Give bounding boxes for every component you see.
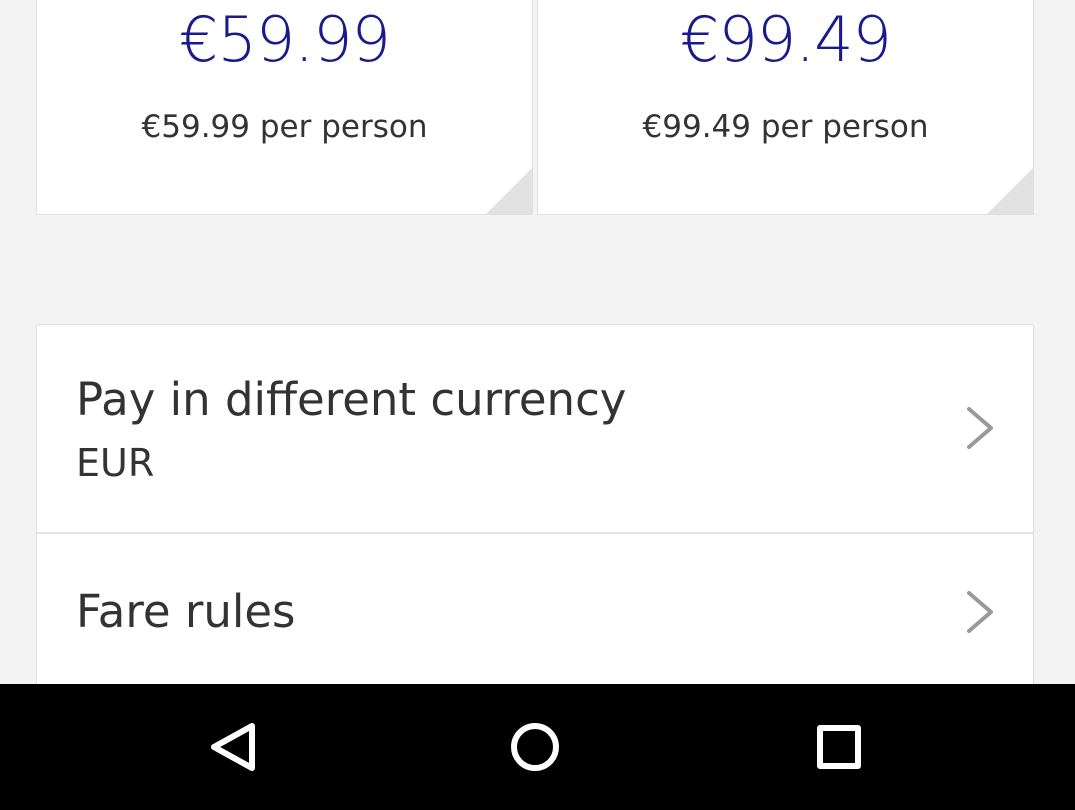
recents-square-icon — [817, 725, 861, 769]
back-button[interactable] — [190, 704, 276, 790]
chevron-right-icon — [963, 589, 997, 635]
fare-per-person: €99.49 per person — [642, 109, 929, 145]
fare-card-flexible[interactable]: €99.49 €99.49 per person — [537, 0, 1034, 215]
fare-per-person: €59.99 per person — [141, 109, 428, 145]
pay-in-different-currency-row[interactable]: Pay in different currency EUR — [37, 325, 1033, 534]
fare-rules-title: Fare rules — [76, 585, 296, 638]
screen: €59.99 €59.99 per person €99.49 €99.49 p… — [0, 0, 1075, 810]
home-button[interactable] — [492, 704, 578, 790]
currency-option-title: Pay in different currency — [76, 373, 627, 426]
currency-value: EUR — [76, 441, 155, 485]
corner-fold-decoration — [987, 168, 1033, 214]
options-list: Pay in different currency EUR Fare rules — [36, 324, 1034, 724]
corner-fold-decoration — [486, 168, 532, 214]
back-triangle-icon — [211, 723, 255, 771]
chevron-right-icon — [963, 405, 997, 451]
recents-button[interactable] — [796, 704, 882, 790]
fare-rules-row[interactable]: Fare rules — [37, 533, 1033, 693]
fare-card-standard[interactable]: €59.99 €59.99 per person — [36, 0, 533, 215]
fare-price: €59.99 — [179, 3, 391, 76]
android-navigation-bar — [0, 684, 1075, 810]
home-circle-icon — [511, 723, 559, 771]
fare-price: €99.49 — [680, 3, 892, 76]
